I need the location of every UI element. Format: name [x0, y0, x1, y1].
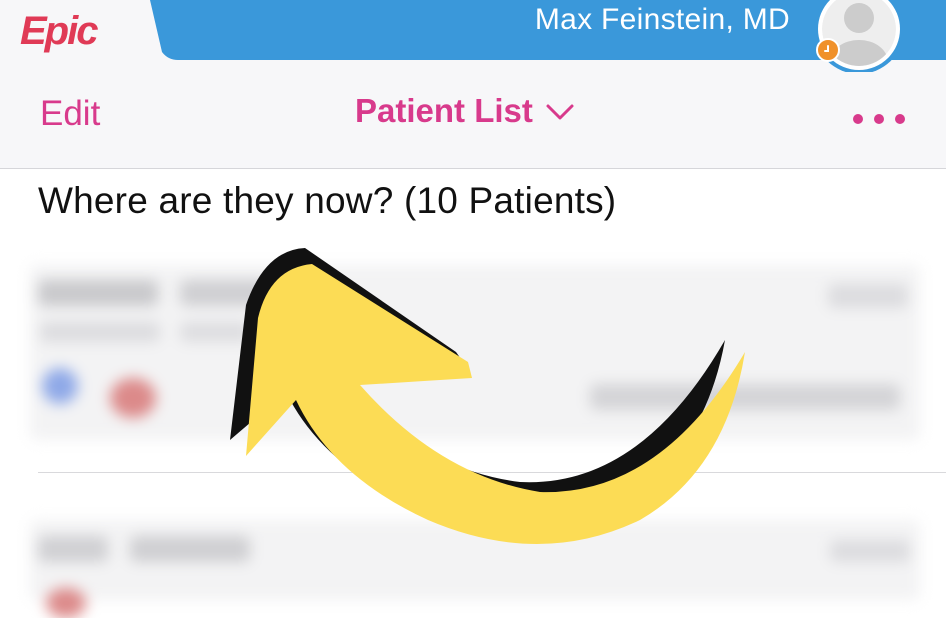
blurred-badge-icon	[42, 368, 78, 404]
patient-list-blurred	[0, 0, 946, 618]
blurred-badge-icon	[46, 588, 86, 618]
blurred-badge-icon	[110, 378, 156, 418]
blurred-timestamp	[830, 540, 910, 562]
blurred-name-part	[38, 536, 108, 562]
row-divider	[38, 472, 946, 473]
blurred-name-part	[180, 280, 270, 306]
blurred-detail	[40, 322, 160, 342]
blurred-name-part	[130, 536, 250, 562]
patient-row-blurred[interactable]	[30, 265, 920, 440]
blurred-timestamp	[828, 284, 908, 308]
blurred-location	[590, 384, 900, 410]
blurred-name-part	[38, 280, 158, 306]
blurred-detail	[180, 322, 250, 342]
